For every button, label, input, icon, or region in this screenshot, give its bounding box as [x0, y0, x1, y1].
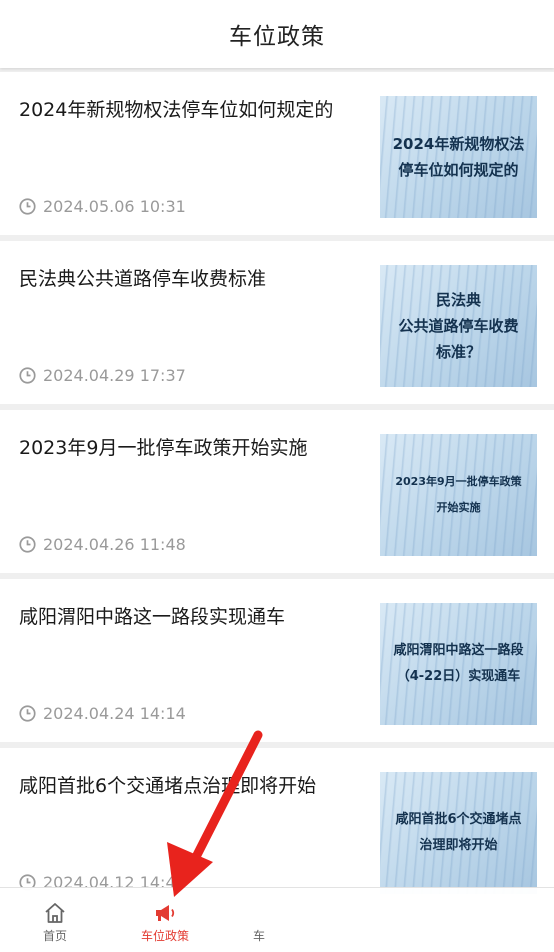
- thumbnail-text: 2024年新规物权法 停车位如何规定的: [392, 135, 525, 179]
- article-time-text: 2024.05.06 10:31: [43, 197, 186, 216]
- article-time-text: 2024.04.26 11:48: [43, 535, 186, 554]
- article-list[interactable]: 2024年新规物权法停车位如何规定的 2024.05.06 10:31 2024…: [0, 72, 554, 917]
- tab-label: 车: [252, 929, 265, 943]
- tab-label: 首页: [42, 929, 67, 943]
- article-title: 民法典公共道路停车收费标准: [19, 268, 267, 290]
- thumbnail-text: 咸阳首批6个交通堵点 治理即将开始: [395, 812, 522, 853]
- tab-home[interactable]: 首页: [0, 888, 110, 952]
- page-title: 车位政策: [229, 24, 325, 50]
- megaphone-icon: [156, 905, 175, 921]
- thumbnail-text: 咸阳渭阳中路这一路段 （4-22日）实现通车: [393, 643, 524, 684]
- article-time-text: 2024.04.29 17:37: [43, 366, 186, 385]
- article-time: 2024.04.26 11:48: [19, 535, 186, 554]
- article-title: 咸阳首批6个交通堵点治理即将开始: [19, 775, 317, 797]
- article-title: 2023年9月一批停车政策开始实施: [19, 437, 308, 459]
- tab-partial[interactable]: 车: [204, 888, 314, 952]
- article-thumbnail[interactable]: 民法典 公共道路停车收费 标准？: [380, 265, 537, 387]
- clock-icon: [19, 198, 36, 215]
- article-title: 咸阳渭阳中路这一路段实现通车: [19, 606, 286, 628]
- article-card[interactable]: 2024年新规物权法停车位如何规定的 2024.05.06 10:31 2024…: [0, 72, 554, 235]
- thumbnail-text: 2023年9月一批停车政策 开始实施: [395, 475, 522, 514]
- article-thumbnail[interactable]: 2023年9月一批停车政策 开始实施: [380, 434, 537, 556]
- app-header: 车位政策: [0, 0, 554, 68]
- clock-icon: [19, 705, 36, 722]
- article-card[interactable]: 民法典公共道路停车收费标准 2024.04.29 17:37 民法典 公共道路停…: [0, 241, 554, 404]
- thumbnail-text: 民法典 公共道路停车收费 标准？: [398, 291, 519, 361]
- article-thumbnail[interactable]: 咸阳渭阳中路这一路段 （4-22日）实现通车: [380, 603, 537, 725]
- article-thumbnail[interactable]: 2024年新规物权法 停车位如何规定的: [380, 96, 537, 218]
- article-time-text: 2024.04.24 14:14: [43, 704, 186, 723]
- article-card[interactable]: 2023年9月一批停车政策开始实施 2024.04.26 11:48 2023年…: [0, 410, 554, 573]
- bottom-tab-bar: 首页 车位政策 车: [0, 887, 554, 952]
- article-card[interactable]: 咸阳渭阳中路这一路段实现通车 2024.04.24 14:14 咸阳渭阳中路这一…: [0, 579, 554, 742]
- article-title: 2024年新规物权法停车位如何规定的: [19, 99, 334, 121]
- article-time: 2024.04.29 17:37: [19, 366, 186, 385]
- home-icon: [45, 903, 65, 923]
- clock-icon: [19, 367, 36, 384]
- clock-icon: [19, 536, 36, 553]
- article-time: 2024.04.24 14:14: [19, 704, 186, 723]
- article-time: 2024.05.06 10:31: [19, 197, 186, 216]
- article-thumbnail[interactable]: 咸阳首批6个交通堵点 治理即将开始: [380, 772, 537, 894]
